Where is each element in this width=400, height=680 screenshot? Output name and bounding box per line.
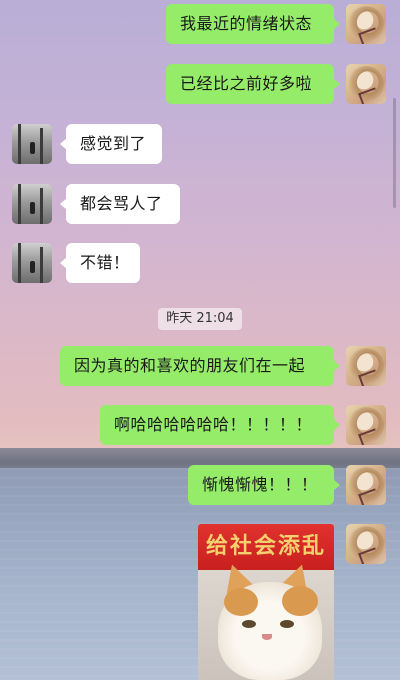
cat-fur-patch (282, 586, 318, 616)
contact-avatar[interactable] (12, 124, 52, 164)
message-bubble-other[interactable]: 都会骂人了 (60, 184, 180, 224)
self-avatar[interactable] (346, 524, 386, 564)
avatar-tree (18, 243, 21, 283)
avatar-tree (40, 247, 43, 283)
avatar-figure (30, 202, 35, 214)
contact-avatar[interactable] (12, 184, 52, 224)
message-timestamp: 昨天 21:04 (158, 308, 242, 330)
avatar-tree (18, 184, 21, 224)
avatar-figure (30, 261, 35, 273)
avatar-tree (40, 188, 43, 224)
message-bubble-self[interactable]: 惭愧惭愧！！！ (188, 465, 340, 505)
self-avatar[interactable] (346, 465, 386, 505)
avatar-tree (18, 124, 21, 164)
cat-meme-sticker[interactable]: 给社会添乱 (198, 524, 334, 680)
contact-avatar[interactable] (12, 243, 52, 283)
message-bubble-self[interactable]: 因为真的和喜欢的朋友们在一起 (60, 346, 340, 386)
avatar-figure (30, 142, 35, 154)
message-bubble-self[interactable]: 我最近的情绪状态 (166, 4, 340, 44)
message-bubble-other[interactable]: 不错！ (60, 243, 140, 283)
message-bubble-self[interactable]: 啊哈哈哈哈哈哈！！！！！ (100, 405, 340, 445)
avatar-tree (40, 128, 43, 164)
cat-fur-patch (224, 588, 258, 616)
cat-eye-right (280, 620, 294, 628)
message-bubble-self[interactable]: 已经比之前好多啦 (166, 64, 340, 104)
cat-nose (262, 634, 272, 640)
self-avatar[interactable] (346, 4, 386, 44)
scrollbar[interactable] (393, 98, 396, 208)
sticker-banner-text: 给社会添乱 (198, 524, 334, 570)
message-bubble-other[interactable]: 感觉到了 (60, 124, 162, 164)
cat-eye-left (242, 620, 256, 628)
self-avatar[interactable] (346, 346, 386, 386)
self-avatar[interactable] (346, 405, 386, 445)
self-avatar[interactable] (346, 64, 386, 104)
